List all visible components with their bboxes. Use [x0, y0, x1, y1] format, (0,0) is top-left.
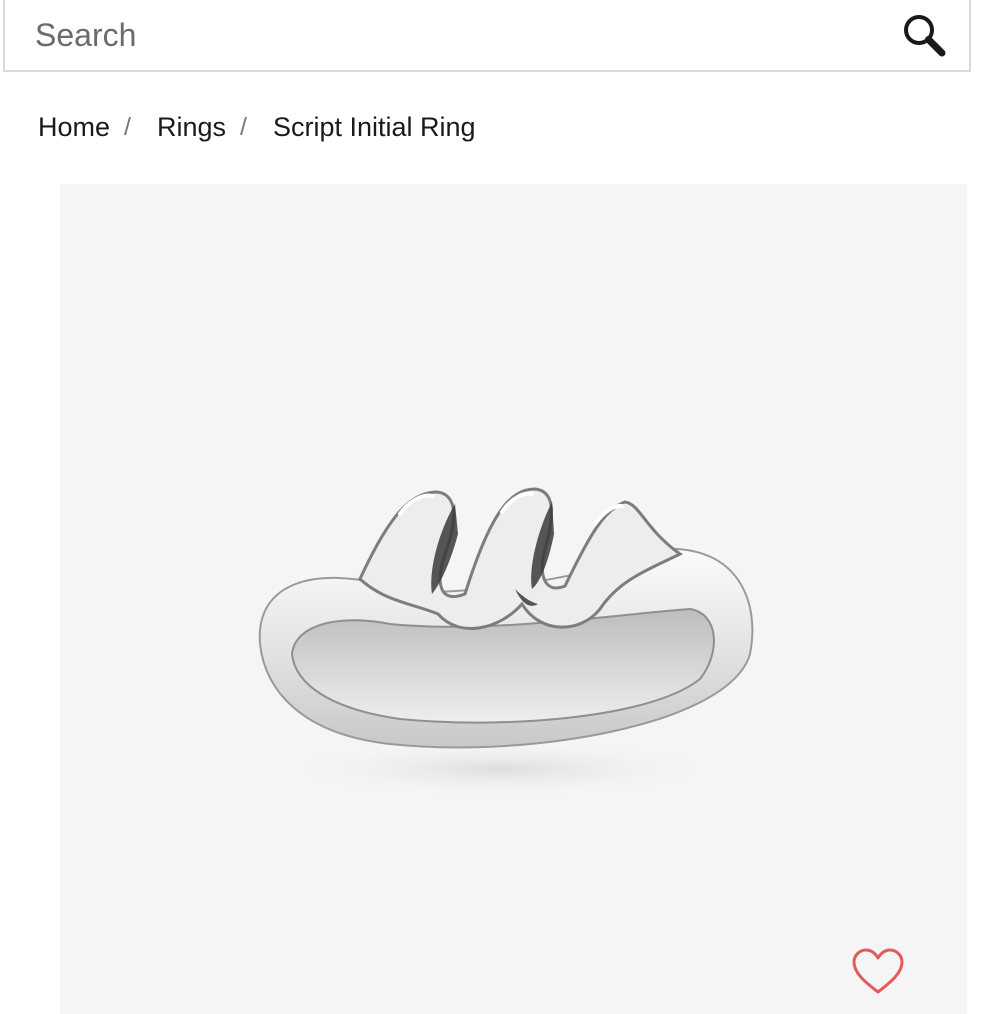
- add-to-wishlist-button[interactable]: [848, 944, 908, 1000]
- breadcrumb-home-link[interactable]: Home: [38, 112, 110, 143]
- search-bar: [3, 0, 971, 72]
- breadcrumb-rings-link[interactable]: Rings: [157, 112, 226, 143]
- search-button[interactable]: [889, 0, 959, 70]
- heart-outline-icon: [852, 948, 904, 994]
- breadcrumb-separator: /: [124, 113, 131, 141]
- breadcrumb-separator: /: [240, 113, 247, 141]
- search-icon: [904, 15, 946, 57]
- breadcrumb: Home / Rings / Script Initial Ring: [38, 112, 476, 143]
- product-image[interactable]: [60, 184, 967, 1014]
- ring-product-photo: [258, 487, 754, 799]
- search-input[interactable]: [5, 0, 889, 70]
- breadcrumb-current-page: Script Initial Ring: [272, 112, 476, 142]
